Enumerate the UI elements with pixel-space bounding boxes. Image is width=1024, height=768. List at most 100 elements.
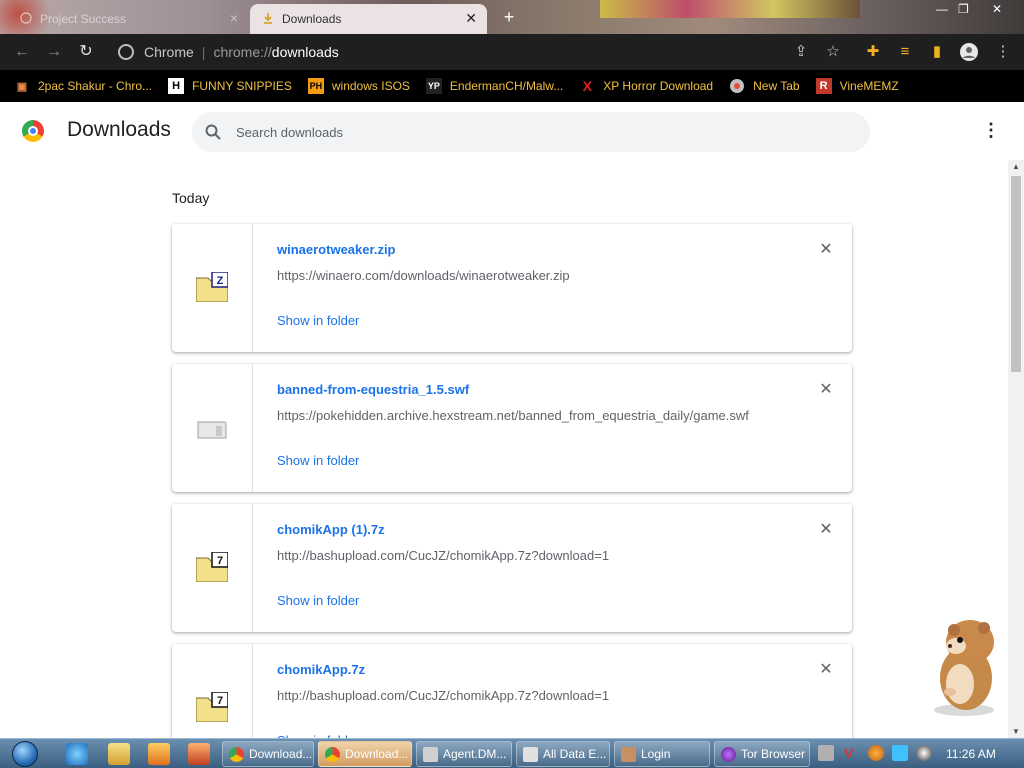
chrome-icon: [229, 747, 244, 762]
tab-project-success[interactable]: Project Success ×: [8, 4, 248, 34]
h-logo-icon: H: [168, 78, 185, 94]
bookmark-label: EndermanCH/Malw...: [449, 79, 564, 93]
taskbar-button-all-data[interactable]: All Data E...: [516, 741, 610, 767]
bookmark-label: VineMEMZ: [839, 79, 899, 93]
tray-v-icon[interactable]: V: [844, 745, 860, 761]
close-icon[interactable]: ×: [230, 10, 238, 26]
file-name-link[interactable]: winaerotweaker.zip: [277, 242, 396, 257]
file-icon-column: [172, 364, 253, 492]
tab-downloads[interactable]: Downloads ✕: [250, 4, 487, 34]
bookmark-item[interactable]: PH windows ISOS: [307, 78, 410, 94]
explorer-folder-icon[interactable]: [108, 743, 130, 765]
chrome-site-icon: [118, 44, 134, 60]
taskbar-button-login[interactable]: Login: [614, 741, 710, 767]
window-icon: [423, 747, 438, 762]
page-title: Downloads: [67, 118, 171, 141]
taskbar-label: Login: [641, 747, 671, 761]
omnibox-chip: Chrome: [144, 44, 194, 60]
more-actions-icon[interactable]: ⋮: [982, 120, 1000, 142]
tray-app-icon[interactable]: [818, 745, 834, 761]
share-icon[interactable]: ⇪: [792, 43, 810, 61]
back-button[interactable]: ←: [12, 42, 32, 62]
login-app-icon: [621, 747, 636, 762]
file-url[interactable]: http://bashupload.com/CucJZ/chomikApp.7z…: [277, 548, 609, 563]
bookmark-label: XP Horror Download: [603, 79, 714, 93]
extensions-icon[interactable]: ✚: [864, 43, 882, 61]
close-icon[interactable]: ✕: [465, 10, 477, 27]
file-icon-column: 7: [172, 504, 253, 632]
address-bar[interactable]: Chrome | chrome://downloads: [106, 38, 846, 66]
taskbar-button-downloads[interactable]: Download...: [222, 741, 314, 767]
menu-kebab-icon[interactable]: ⋮: [994, 43, 1012, 61]
ph-logo-icon: PH: [307, 78, 324, 94]
tab-strip: Project Success × Downloads ✕ + — ❐ ✕: [0, 0, 1024, 34]
start-button[interactable]: [4, 739, 44, 768]
new-tab-button[interactable]: +: [498, 7, 520, 29]
tray-search-icon[interactable]: [868, 745, 884, 761]
minimize-icon[interactable]: —: [936, 2, 948, 18]
bookmark-label: 2pac Shakur - Chro...: [38, 79, 153, 93]
hamster-mascot-image: [934, 620, 994, 716]
tab-title: Project Success: [40, 12, 127, 26]
download-item: 7 chomikApp (1).7z http://bashupload.com…: [172, 504, 852, 632]
bookmark-star-icon[interactable]: ☆: [824, 43, 842, 61]
chrome-icon: [325, 747, 340, 762]
taskbar-label: Download...: [249, 747, 313, 761]
file-name-link[interactable]: chomikApp (1).7z: [277, 522, 385, 537]
show-in-folder-button[interactable]: Show in folder: [277, 593, 359, 608]
file-url[interactable]: https://pokehidden.archive.hexstream.net…: [277, 408, 749, 423]
download-item: banned-from-equestria_1.5.swf https://po…: [172, 364, 852, 492]
show-in-folder-button[interactable]: Show in folder: [277, 313, 359, 328]
side-panel-icon[interactable]: ▮: [928, 43, 946, 61]
media-player-icon[interactable]: [148, 743, 170, 765]
window-icon: [523, 747, 538, 762]
forward-button[interactable]: →: [44, 42, 64, 62]
ie-icon[interactable]: [66, 743, 88, 765]
bookmark-item[interactable]: ▣ 2pac Shakur - Chro...: [14, 78, 152, 94]
svg-text:7: 7: [217, 695, 223, 707]
scrollbar-thumb[interactable]: [1011, 176, 1021, 372]
remove-icon[interactable]: ✕: [818, 382, 834, 398]
bookmark-item[interactable]: New Tab: [729, 78, 800, 94]
tray-volume-icon[interactable]: [916, 745, 932, 761]
bookmark-item[interactable]: H FUNNY SNIPPIES: [168, 78, 292, 94]
download-icon: [264, 13, 272, 24]
7z-folder-icon: 7: [196, 552, 228, 582]
reload-button[interactable]: ↻: [76, 42, 96, 62]
search-icon: [205, 124, 221, 140]
bookmark-item[interactable]: R VineMEMZ: [815, 78, 899, 94]
scroll-down-icon[interactable]: ▼: [1012, 727, 1020, 736]
bookmark-item[interactable]: YP EndermanCH/Malw...: [425, 78, 564, 94]
restore-icon[interactable]: ❐: [958, 2, 969, 18]
profile-avatar-icon[interactable]: [960, 43, 978, 61]
file-name-link[interactable]: banned-from-equestria_1.5.swf: [277, 382, 469, 397]
taskbar-button-tor[interactable]: Tor Browser: [714, 741, 810, 767]
bookmarks-bar: ▣ 2pac Shakur - Chro... H FUNNY SNIPPIES P…: [0, 70, 1024, 102]
x-logo-icon: X: [582, 78, 592, 94]
date-section-label: Today: [172, 190, 210, 206]
tray-network-icon[interactable]: [892, 745, 908, 761]
remove-icon[interactable]: ✕: [818, 242, 834, 258]
remove-icon[interactable]: ✕: [818, 662, 834, 678]
tor-icon: [721, 747, 736, 762]
taskbar-button-downloads-active[interactable]: Download...: [318, 741, 412, 767]
scroll-up-icon[interactable]: ▲: [1012, 162, 1020, 171]
taskbar-clock[interactable]: 11:26 AM: [946, 747, 996, 761]
file-name-link[interactable]: chomikApp.7z: [277, 662, 365, 677]
taskbar-button-agent[interactable]: Agent.DM...: [416, 741, 512, 767]
download-item: Z winaerotweaker.zip https://winaero.com…: [172, 224, 852, 352]
media-icon[interactable]: ≡: [896, 43, 914, 61]
file-url[interactable]: http://bashupload.com/CucJZ/chomikApp.7z…: [277, 688, 609, 703]
toolbar: ← → ↻ Chrome | chrome://downloads ⇪ ☆ ✚ …: [0, 34, 1024, 70]
app-quicklaunch-icon[interactable]: [188, 743, 210, 765]
remove-icon[interactable]: ✕: [818, 522, 834, 538]
search-input[interactable]: [236, 120, 836, 144]
search-box[interactable]: [192, 112, 870, 152]
scrollbar[interactable]: ▲ ▼: [1008, 160, 1024, 738]
file-url[interactable]: https://winaero.com/downloads/winaerotwe…: [277, 268, 570, 283]
taskbar-label: Agent.DM...: [443, 747, 507, 761]
bookmark-item[interactable]: X XP Horror Download: [579, 78, 714, 94]
close-window-icon[interactable]: ✕: [992, 2, 1002, 18]
show-in-folder-button[interactable]: Show in folder: [277, 453, 359, 468]
file-icon-column: 7: [172, 644, 253, 738]
